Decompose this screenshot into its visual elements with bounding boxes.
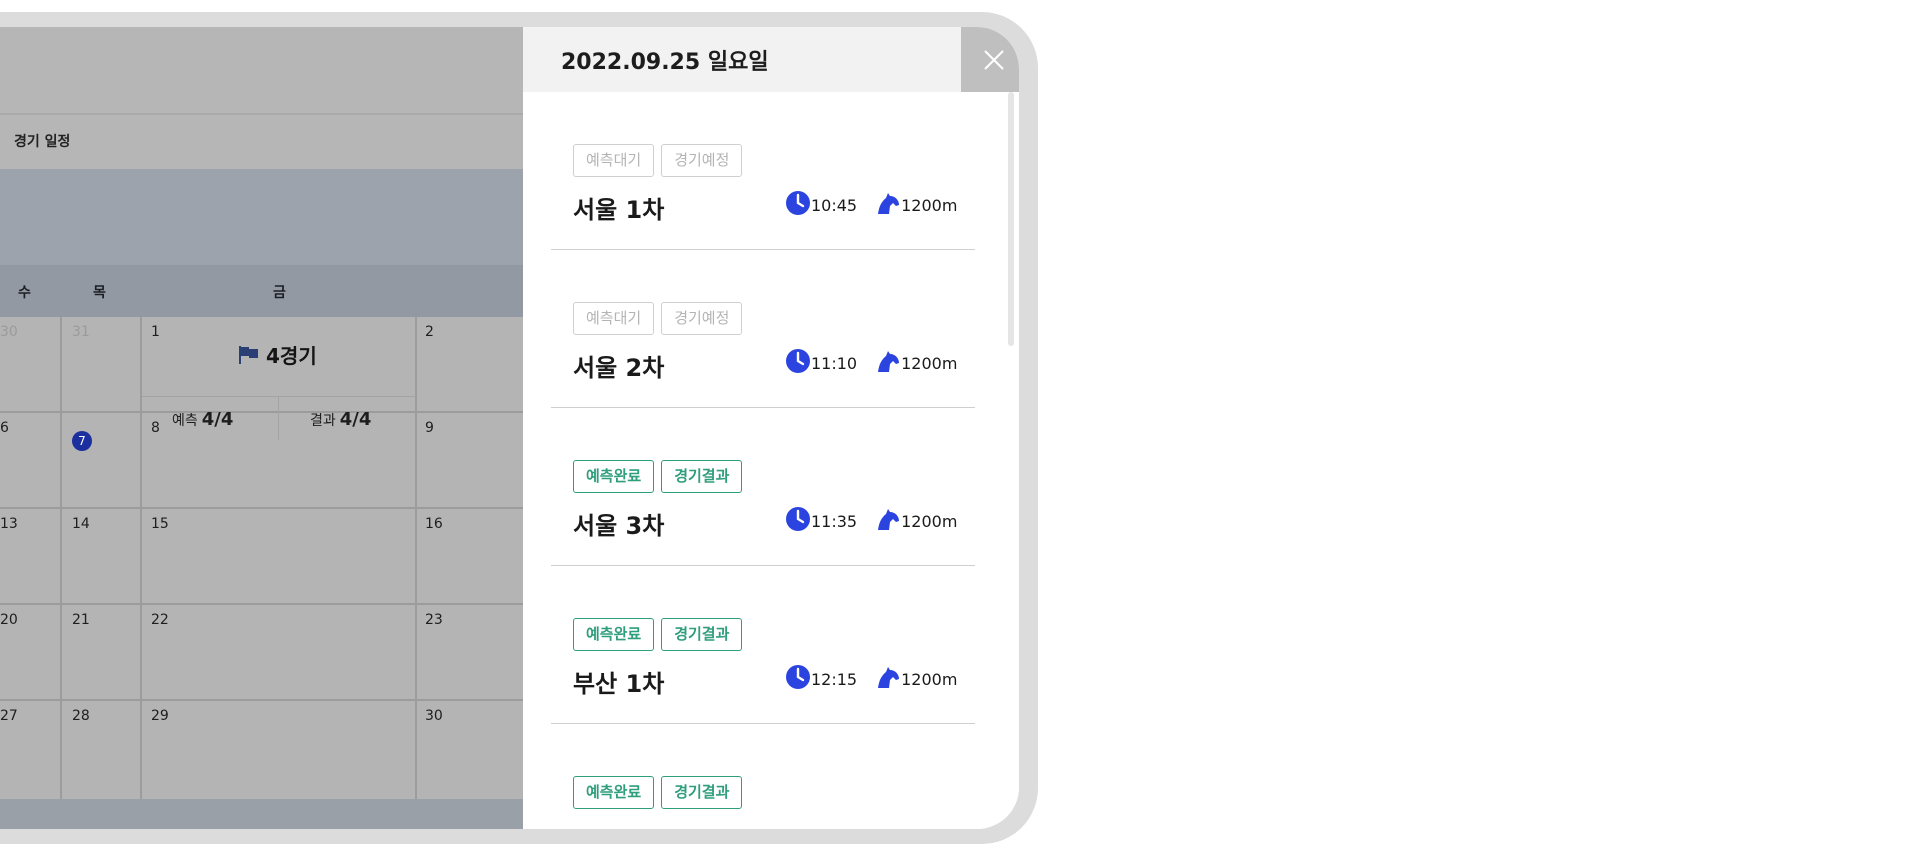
close-icon [984,49,1004,70]
horse-icon [875,664,901,694]
race-tags: 예측대기 경기예정 [573,144,743,177]
schedule-titlebar: 경기 일정 [0,115,523,169]
horse-icon [875,506,901,536]
scrollbar-thumb[interactable] [1008,92,1014,346]
device-screen: 경기 일정 수 목 금 30 31 1 2 6 7 8 9 13 14 15 1… [0,27,1019,829]
clock-icon [785,348,811,378]
calendar-grid [0,317,523,799]
calendar-day-today[interactable]: 7 [72,431,92,451]
calendar-day[interactable]: 30 [0,324,18,340]
race-meta: 11:35 1200m [785,506,957,536]
race-distance-group: 1200m [875,506,957,536]
weekday-fri: 금 [273,285,286,301]
race-tags: 예측완료 경기결과 [573,618,743,651]
calendar-day[interactable]: 27 [0,708,18,724]
predict-stat: 예측 4/4 [172,409,234,430]
race-tags: 예측완료 경기결과 [573,776,743,809]
panel-date: 2022.09.25 일요일 [561,50,769,75]
header-area [0,27,523,113]
race-name: 서울 2차 [573,354,665,382]
calendar-day[interactable]: 30 [425,708,443,724]
race-status-tag[interactable]: 경기결과 [661,776,743,809]
prediction-status-tag[interactable]: 예측완료 [573,776,655,809]
race-name: 서울 3차 [573,512,665,540]
race-time: 10:45 [811,195,858,215]
race-status-tag[interactable]: 경기결과 [661,460,743,493]
race-status-tag: 경기예정 [661,144,743,177]
horse-icon [875,348,901,378]
calendar-day[interactable]: 28 [72,708,90,724]
race-name: 부산 1차 [573,670,665,698]
event-summary[interactable]: 4경기 [238,340,317,369]
race-tags: 예측완료 경기결과 [573,460,743,493]
calendar-day[interactable]: 16 [425,516,443,532]
race-card[interactable]: 예측대기 경기예정서울 2차 11:10 1200m [551,250,975,408]
race-distance: 1200m [901,353,958,373]
calendar-day[interactable]: 20 [0,612,18,628]
weekday-header: 수 목 금 [0,265,523,317]
race-status-tag: 경기예정 [661,302,743,335]
day-detail-panel: 2022.09.25 일요일 예측대기 경기예정 서울 1차 10:45 1200m 예측… [523,27,1019,829]
calendar-day[interactable]: 29 [151,708,169,724]
close-button[interactable] [961,27,1019,92]
calendar-day[interactable]: 14 [72,516,90,532]
race-name: 서울 1차 [573,196,665,224]
race-card[interactable]: 예측완료 경기결과부산 1차 12:15 1200m [551,566,975,724]
flag-icon [239,345,258,364]
calendar-day[interactable]: 15 [151,516,169,532]
race-time: 12:15 [811,669,858,689]
calendar-day[interactable]: 22 [151,612,169,628]
race-status-tag[interactable]: 경기결과 [661,618,743,651]
calendar-day[interactable]: 1 [151,324,160,340]
prediction-status-tag: 예측대기 [573,144,655,177]
clock-icon [785,664,811,694]
calendar-day[interactable]: 21 [72,612,90,628]
calendar-day[interactable]: 9 [425,420,434,436]
result-stat: 결과 4/4 [310,409,372,430]
clock-icon [785,506,811,536]
weekday-thu: 목 [93,285,106,301]
calendar-day[interactable]: 13 [0,516,18,532]
race-card[interactable]: 예측완료 경기결과서울 3차 11:35 1200m [551,408,975,566]
race-distance-group: 1200m [875,348,957,378]
race-distance: 1200m [901,511,958,531]
race-time: 11:35 [811,511,858,531]
horse-icon [875,190,901,220]
month-band [0,169,523,265]
prediction-status-tag: 예측대기 [573,302,655,335]
race-distance-group: 1200m [875,190,957,220]
calendar-day[interactable]: 6 [0,420,9,436]
race-distance-group: 1200m [875,664,957,694]
prediction-status-tag[interactable]: 예측완료 [573,618,655,651]
calendar-day[interactable]: 8 [151,420,160,436]
weekday-wed: 수 [18,285,31,301]
race-meta: 12:15 1200m [785,664,957,694]
device-frame: 경기 일정 수 목 금 30 31 1 2 6 7 8 9 13 14 15 1… [0,12,1038,844]
race-meta: 10:45 1200m [785,190,957,220]
prediction-status-tag[interactable]: 예측완료 [573,460,655,493]
calendar-day[interactable]: 31 [72,324,90,340]
calendar-day[interactable]: 23 [425,612,443,628]
race-tags: 예측대기 경기예정 [573,302,743,335]
race-distance: 1200m [901,195,958,215]
race-time: 11:10 [811,353,858,373]
calendar-day[interactable]: 2 [425,324,434,340]
race-meta: 11:10 1200m [785,348,957,378]
panel-header: 2022.09.25 일요일 [523,27,1019,92]
event-count: 4경기 [266,344,317,368]
clock-icon [785,190,811,220]
schedule-title: 경기 일정 [14,134,71,150]
race-card[interactable]: 예측완료 경기결과 [551,724,975,829]
race-card[interactable]: 예측대기 경기예정서울 1차 10:45 1200m [551,92,975,250]
race-distance: 1200m [901,669,958,689]
calendar-overlay: 경기 일정 수 목 금 30 31 1 2 6 7 8 9 13 14 15 1… [0,27,523,829]
